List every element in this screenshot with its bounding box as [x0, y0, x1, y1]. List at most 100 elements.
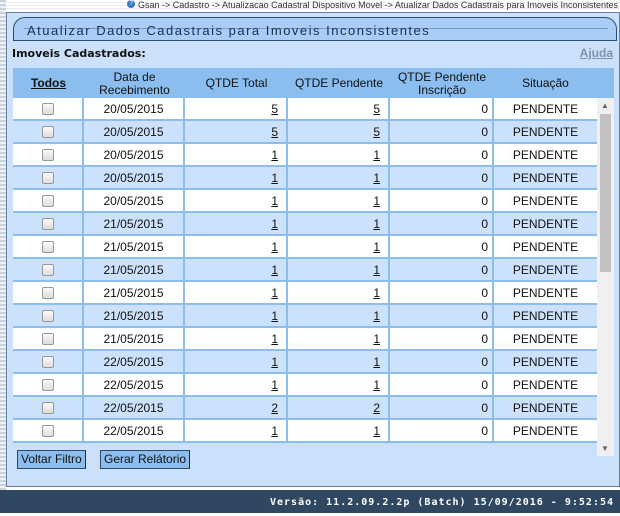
cell-situacao: PENDENTE	[512, 423, 579, 438]
row-checkbox-cell	[13, 282, 84, 303]
row-checkbox[interactable]	[41, 102, 54, 115]
table-row: 20/05/2015 1 1 0 PENDENTE	[13, 144, 597, 167]
cell-inscricao: 0	[390, 167, 494, 188]
cell-situacao: PENDENTE	[512, 377, 579, 392]
pendente-link[interactable]: 1	[373, 217, 380, 231]
cell-pendente: 1	[288, 144, 390, 165]
pendente-link[interactable]: 1	[373, 355, 380, 369]
pendente-link[interactable]: 1	[373, 424, 380, 438]
total-link[interactable]: 2	[271, 401, 278, 415]
row-checkbox[interactable]	[41, 286, 54, 299]
total-link[interactable]: 1	[271, 378, 278, 392]
cell-total: 1	[185, 374, 288, 395]
cell-situacao: PENDENTE	[512, 400, 579, 415]
cell-situacao: PENDENTE	[512, 193, 579, 208]
total-link[interactable]: 1	[271, 217, 278, 231]
row-checkbox-cell	[13, 305, 84, 326]
row-checkbox-cell	[13, 420, 84, 441]
total-link[interactable]: 1	[271, 424, 278, 438]
gerar-relatorio-button[interactable]: Gerar Relátorio	[100, 450, 191, 469]
table-row: 21/05/2015 1 1 0 PENDENTE	[13, 213, 597, 236]
cell-data: 21/05/2015	[84, 305, 185, 326]
row-checkbox-cell	[13, 397, 84, 418]
cell-situacao: PENDENTE	[512, 147, 579, 162]
pendente-link[interactable]: 5	[373, 125, 380, 139]
total-link[interactable]: 1	[271, 171, 278, 185]
cell-total: 1	[185, 167, 288, 188]
cell-inscricao: 0	[390, 420, 494, 441]
row-checkbox-cell	[13, 98, 84, 119]
pendente-link[interactable]: 1	[373, 194, 380, 208]
cell-pendente: 1	[288, 259, 390, 280]
row-checkbox[interactable]	[41, 332, 54, 345]
row-checkbox[interactable]	[41, 217, 54, 230]
pendente-link[interactable]: 1	[373, 171, 380, 185]
cell-data: 20/05/2015	[84, 144, 185, 165]
cell-data: 20/05/2015	[84, 98, 185, 119]
total-link[interactable]: 1	[271, 263, 278, 277]
header-total: QTDE Total	[205, 76, 268, 90]
row-checkbox[interactable]	[41, 148, 54, 161]
cell-situacao: PENDENTE	[512, 124, 579, 139]
row-checkbox[interactable]	[41, 309, 54, 322]
total-link[interactable]: 1	[271, 332, 278, 346]
pendente-link[interactable]: 5	[373, 102, 380, 116]
cell-total: 2	[185, 397, 288, 418]
row-checkbox[interactable]	[41, 401, 54, 414]
row-checkbox[interactable]	[41, 378, 54, 391]
help-icon: ?	[127, 0, 136, 8]
scroll-up-icon[interactable]: ▲	[601, 101, 609, 110]
row-checkbox[interactable]	[41, 240, 54, 253]
pendente-link[interactable]: 1	[373, 263, 380, 277]
cell-inscricao: 0	[390, 144, 494, 165]
pendente-link[interactable]: 1	[373, 332, 380, 346]
cell-situacao: PENDENTE	[512, 216, 579, 231]
row-checkbox[interactable]	[41, 194, 54, 207]
main-panel: Atualizar Dados Cadastrais para Imoveis …	[6, 12, 620, 487]
cell-pendente: 1	[288, 167, 390, 188]
row-checkbox-cell	[13, 259, 84, 280]
pendente-link[interactable]: 2	[373, 401, 380, 415]
cell-data: 20/05/2015	[84, 121, 185, 142]
total-link[interactable]: 1	[271, 309, 278, 323]
pendente-link[interactable]: 1	[373, 148, 380, 162]
cell-situacao: PENDENTE	[512, 170, 579, 185]
total-link[interactable]: 1	[271, 148, 278, 162]
scroll-thumb[interactable]	[600, 114, 611, 272]
total-link[interactable]: 5	[271, 125, 278, 139]
row-checkbox-cell	[13, 374, 84, 395]
row-checkbox[interactable]	[41, 125, 54, 138]
cell-pendente: 1	[288, 328, 390, 349]
version-footer: Versão: 11.2.09.2.2p (Batch) 15/09/2016 …	[0, 490, 620, 513]
cell-pendente: 1	[288, 420, 390, 441]
table-row: 20/05/2015 5 5 0 PENDENTE	[13, 98, 597, 121]
scroll-down-icon[interactable]: ▼	[601, 444, 609, 453]
total-link[interactable]: 1	[271, 194, 278, 208]
pendente-link[interactable]: 1	[373, 286, 380, 300]
cell-inscricao: 0	[390, 351, 494, 372]
pendente-link[interactable]: 1	[373, 309, 380, 323]
total-link[interactable]: 5	[271, 102, 278, 116]
row-checkbox[interactable]	[41, 171, 54, 184]
table-row: 21/05/2015 1 1 0 PENDENTE	[13, 305, 597, 328]
total-link[interactable]: 1	[271, 240, 278, 254]
select-all-link[interactable]: Todos	[13, 68, 84, 99]
row-checkbox-cell	[13, 167, 84, 188]
scrollbar[interactable]: ▲ ▼	[597, 98, 614, 456]
cell-data: 21/05/2015	[84, 213, 185, 234]
cell-inscricao: 0	[390, 397, 494, 418]
pendente-link[interactable]: 1	[373, 378, 380, 392]
total-link[interactable]: 1	[271, 355, 278, 369]
row-checkbox[interactable]	[41, 263, 54, 276]
row-checkbox[interactable]	[41, 355, 54, 368]
table-row: 22/05/2015 1 1 0 PENDENTE	[13, 351, 597, 374]
cell-inscricao: 0	[390, 98, 494, 119]
cell-total: 5	[185, 121, 288, 142]
pendente-link[interactable]: 1	[373, 240, 380, 254]
total-link[interactable]: 1	[271, 286, 278, 300]
voltar-filtro-button[interactable]: Voltar Filtro	[17, 450, 86, 469]
cell-pendente: 1	[288, 374, 390, 395]
cell-pendente: 1	[288, 190, 390, 211]
help-link[interactable]: Ajuda	[580, 46, 613, 60]
row-checkbox[interactable]	[41, 424, 54, 437]
